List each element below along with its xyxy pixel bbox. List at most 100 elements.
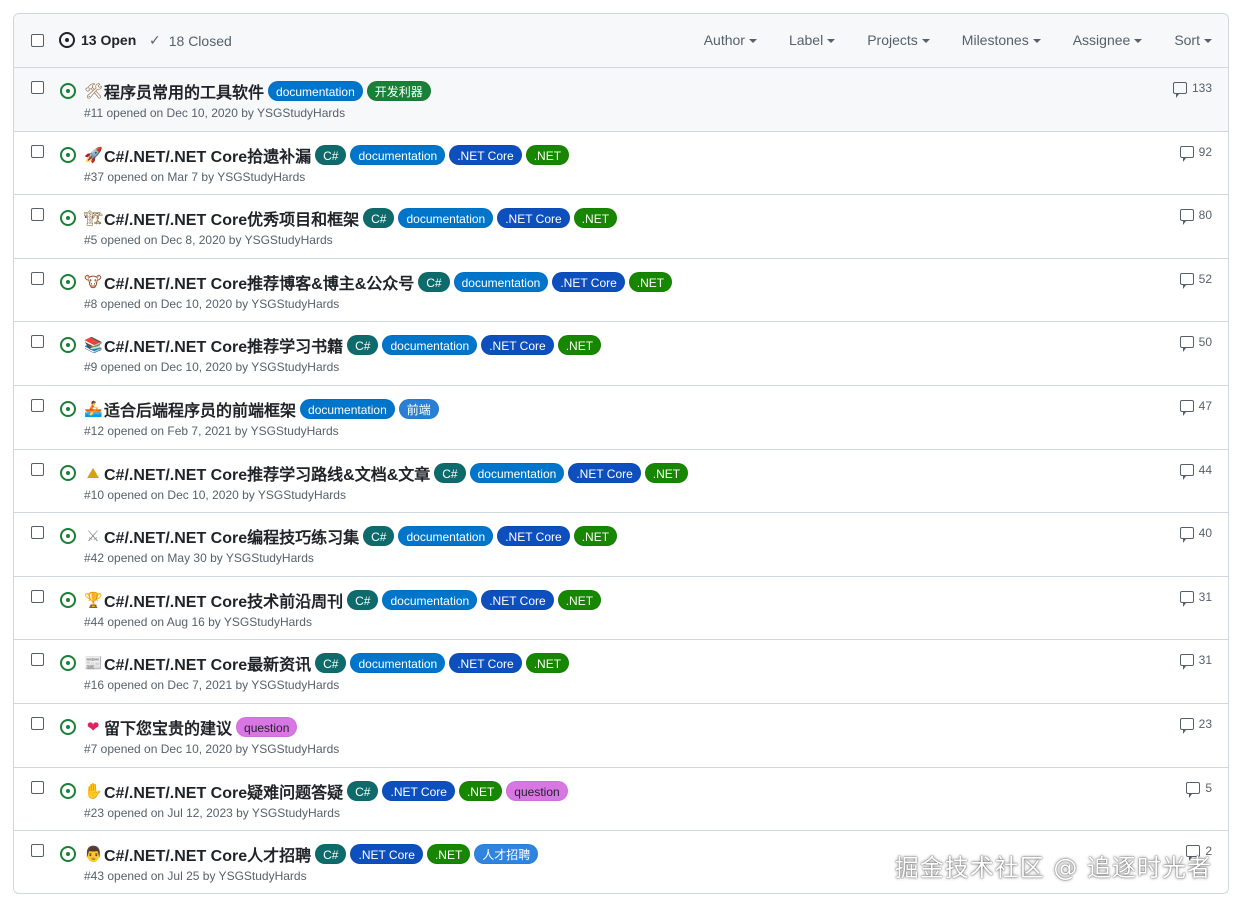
issue-label[interactable]: .NET: [557, 335, 602, 356]
issue-label[interactable]: 前端: [398, 398, 439, 419]
open-issues-tab[interactable]: 13 Open: [59, 32, 136, 48]
issue-label[interactable]: documentation: [398, 208, 494, 229]
issue-checkbox[interactable]: [31, 526, 44, 540]
issue-comments-link[interactable]: 80: [1179, 208, 1212, 226]
issue-title-link[interactable]: C#/.NET/.NET Core推荐学习书籍: [104, 333, 343, 357]
issue-comments-link[interactable]: 44: [1179, 463, 1212, 480]
issue-comments-link[interactable]: 50: [1179, 335, 1212, 353]
issue-row[interactable]: 📚 C#/.NET/.NET Core推荐学习书籍 C# documentation.…: [14, 322, 1228, 386]
issue-checkbox[interactable]: [31, 335, 44, 349]
issue-comments-link[interactable]: 23: [1179, 717, 1212, 734]
issue-label[interactable]: .NET: [628, 271, 673, 292]
issue-checkbox[interactable]: [31, 81, 44, 94]
issue-title-link[interactable]: C#/.NET/.NET Core推荐博客&博主&公众号: [104, 270, 414, 294]
issue-label[interactable]: .NET Core: [552, 271, 625, 292]
issue-checkbox[interactable]: [31, 780, 44, 794]
issue-label[interactable]: .NET: [426, 844, 471, 865]
issue-label[interactable]: .NET: [525, 144, 570, 165]
issue-title-link[interactable]: C#/.NET/.NET Core推荐学习路线&文档&文章: [104, 461, 430, 485]
issue-row[interactable]: ⛰ C#/.NET/.NET Core推荐学习路线&文档&文章 C# document…: [14, 450, 1228, 514]
filter-sort[interactable]: Sort: [1174, 32, 1212, 48]
issue-checkbox[interactable]: [31, 271, 44, 285]
issue-row[interactable]: 🚣 适合后端程序员的前端框架 documentation 前端 #12 opened o…: [14, 386, 1228, 450]
issue-label[interactable]: C#: [363, 208, 395, 229]
issue-label[interactable]: .NET: [573, 208, 618, 229]
issue-checkbox[interactable]: [31, 208, 44, 222]
issue-title-link[interactable]: C#/.NET/.NET Core编程技巧练习集: [104, 524, 359, 548]
issue-label[interactable]: .NET Core: [350, 844, 423, 865]
filter-assignee[interactable]: Assignee: [1073, 32, 1143, 48]
issue-checkbox[interactable]: [31, 398, 44, 412]
issue-row[interactable]: 🏗 C#/.NET/.NET Core优秀项目和框架 C# documentation…: [14, 195, 1228, 259]
issue-label[interactable]: documentation: [382, 589, 478, 610]
issue-label[interactable]: C#: [315, 653, 347, 674]
issue-comments-link[interactable]: 52: [1179, 272, 1212, 289]
issue-row[interactable]: 🛠 程序员常用的工具软件 documentation 开发利器 #11 opened o…: [14, 68, 1228, 132]
issue-label[interactable]: documentation: [382, 335, 478, 356]
closed-issues-tab[interactable]: ✓ 18 Closed: [149, 32, 232, 49]
issue-label[interactable]: C#: [347, 589, 379, 610]
issue-title-link[interactable]: C#/.NET/.NET Core拾遗补漏: [104, 143, 311, 167]
issue-label[interactable]: .NET: [458, 780, 503, 801]
issue-checkbox[interactable]: [31, 144, 44, 158]
issue-label[interactable]: .NET: [573, 526, 618, 547]
issue-label[interactable]: documentation: [350, 144, 446, 165]
issue-label[interactable]: .NET Core: [481, 589, 554, 610]
issue-label[interactable]: 人才招聘: [474, 844, 539, 865]
issue-row[interactable]: 🏆 C#/.NET/.NET Core技术前沿周刊 C# documentation.…: [14, 577, 1228, 641]
issue-label[interactable]: C#: [315, 144, 347, 165]
issue-label[interactable]: documentation: [350, 653, 446, 674]
issue-label[interactable]: C#: [347, 780, 379, 801]
issue-label[interactable]: .NET: [557, 589, 602, 610]
issue-comments-link[interactable]: 31: [1179, 653, 1212, 671]
issue-label[interactable]: question: [506, 780, 568, 801]
issue-comments-link[interactable]: 31: [1179, 590, 1212, 607]
issue-label[interactable]: C#: [347, 335, 379, 356]
issue-label[interactable]: 开发利器: [366, 81, 431, 101]
issue-label[interactable]: documentation: [300, 398, 395, 419]
issue-checkbox[interactable]: [31, 462, 44, 476]
issue-label[interactable]: .NET Core: [497, 526, 570, 547]
issue-label[interactable]: .NET Core: [497, 208, 570, 229]
issue-checkbox[interactable]: [31, 844, 44, 858]
issue-row[interactable]: ❤ 留下您宝贵的建议 question #7 opened on Dec 10, 20…: [14, 704, 1228, 768]
issue-label[interactable]: documentation: [469, 462, 565, 483]
issue-label[interactable]: .NET: [525, 653, 570, 674]
issue-title-link[interactable]: C#/.NET/.NET Core优秀项目和框架: [104, 206, 359, 230]
issue-label[interactable]: documentation: [398, 526, 494, 547]
filter-projects[interactable]: Projects: [867, 32, 930, 48]
issue-label[interactable]: C#: [315, 844, 347, 865]
issue-label[interactable]: documentation: [453, 271, 549, 292]
issue-checkbox[interactable]: [31, 653, 44, 667]
issue-label[interactable]: .NET Core: [449, 653, 522, 674]
issue-label[interactable]: C#: [418, 271, 450, 292]
issue-row[interactable]: 🚀 C#/.NET/.NET Core拾遗补漏 C# documentation .NE…: [14, 132, 1228, 196]
issue-title-link[interactable]: 适合后端程序员的前端框架: [104, 397, 296, 421]
issue-title-link[interactable]: 程序员常用的工具软件: [104, 79, 264, 103]
issue-label[interactable]: .NET Core: [449, 144, 522, 165]
issue-label[interactable]: C#: [363, 526, 395, 547]
issue-comments-link[interactable]: 92: [1179, 145, 1212, 162]
issue-label[interactable]: .NET Core: [568, 462, 641, 483]
issue-label[interactable]: .NET Core: [481, 335, 554, 356]
issue-title-link[interactable]: 留下您宝贵的建议: [104, 715, 232, 739]
issue-title-link[interactable]: C#/.NET/.NET Core疑难问题答疑: [104, 779, 343, 803]
issue-comments-link[interactable]: 5: [1186, 781, 1212, 798]
issue-row[interactable]: ⚔ C#/.NET/.NET Core编程技巧练习集 C# documentation…: [14, 513, 1228, 577]
issue-label[interactable]: question: [236, 716, 298, 737]
issue-label[interactable]: .NET: [644, 462, 689, 483]
issue-comments-link[interactable]: 40: [1179, 526, 1212, 544]
issue-row[interactable]: 📰 C#/.NET/.NET Core最新资讯 C# documentation .NE…: [14, 640, 1228, 704]
select-all-checkbox[interactable]: [31, 34, 44, 47]
issue-label[interactable]: C#: [434, 462, 466, 483]
issue-checkbox[interactable]: [31, 589, 44, 603]
issue-row[interactable]: 🐮 C#/.NET/.NET Core推荐博客&博主&公众号 C# documenta…: [14, 259, 1228, 323]
issue-title-link[interactable]: C#/.NET/.NET Core最新资讯: [104, 651, 311, 675]
issue-title-link[interactable]: C#/.NET/.NET Core人才招聘: [104, 842, 311, 866]
filter-label[interactable]: Label: [789, 32, 836, 48]
issue-comments-link[interactable]: 133: [1172, 81, 1212, 98]
issue-title-link[interactable]: C#/.NET/.NET Core技术前沿周刊: [104, 588, 343, 612]
filter-author[interactable]: Author: [704, 32, 757, 48]
issue-checkbox[interactable]: [31, 716, 44, 730]
issue-row[interactable]: ✋ C#/.NET/.NET Core疑难问题答疑 C# .NET Core .NET q…: [14, 768, 1228, 832]
